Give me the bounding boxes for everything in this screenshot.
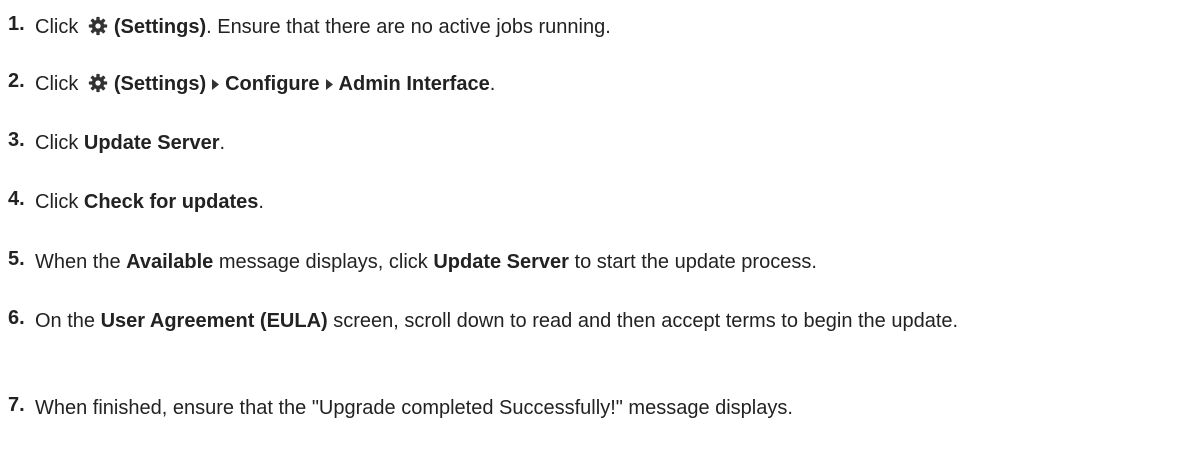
step-text: When finished, ensure that the "Upgrade … [35,394,1195,422]
step-text-run: screen, scroll down to read and then acc… [327,310,959,332]
step-text-run: Click [35,191,84,213]
bold-term: Update Server [83,132,220,154]
bold-term: Configure [225,73,320,95]
bold-term: User Agreement (EULA) [100,310,328,332]
caret-right-icon [325,79,333,90]
step-number: 2. [8,70,25,92]
step-text-run: On the [35,310,101,332]
step-text-run: Click [35,132,84,154]
step-text-run: . [489,73,496,95]
step-text-run: . [219,132,226,154]
step-text-run: Click [35,16,84,38]
step-text-run: When finished, ensure that the "Upgrade … [35,397,793,419]
step-text: When the Available message displays, cli… [35,248,1195,276]
step-text-run: . [258,191,264,213]
caret-right-icon [212,79,220,90]
step-number: 5. [8,248,25,270]
gear-icon [88,73,108,93]
step-text: Click (Settings). Ensure that there are … [35,13,1195,41]
step-number: 3. [8,129,25,151]
bold-term: Admin Interface [338,73,490,95]
step-text-run: to start the update process. [568,251,817,273]
bold-term: Update Server [433,251,569,273]
step-text-run: message displays, click [213,251,434,273]
gear-icon [88,16,108,36]
step-text-run: . Ensure that there are no active jobs r… [206,16,611,38]
step-text-run: Click [35,73,84,95]
step-number: 4. [8,188,25,210]
bold-term: Check for updates [83,191,259,213]
step-text: On the User Agreement (EULA) screen, scr… [35,307,1195,335]
step-text: Click Check for updates. [35,188,1195,216]
step-text-run: When the [35,251,127,273]
step-text: Click Update Server. [35,129,1195,157]
step-text: Click (Settings) Configure Admin Interface… [35,70,1195,98]
step-number: 6. [8,307,25,329]
step-number: 7. [8,394,25,416]
bold-term: Available [126,251,214,273]
bold-term: (Settings) [113,16,207,38]
step-number: 1. [8,13,25,35]
bold-term: (Settings) [113,73,207,95]
